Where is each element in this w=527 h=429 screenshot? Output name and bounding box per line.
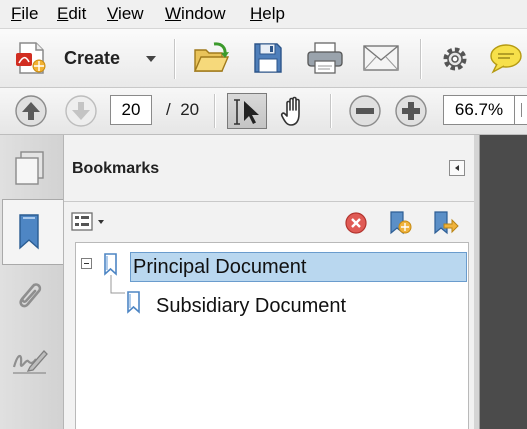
zoom-in-icon[interactable] xyxy=(394,94,428,128)
toolbar-divider xyxy=(330,94,331,128)
menu-edit[interactable]: Edit xyxy=(57,4,86,24)
delete-bookmark-icon[interactable] xyxy=(344,211,368,235)
select-tool-button[interactable] xyxy=(227,93,267,129)
open-folder-icon[interactable] xyxy=(192,40,232,76)
bookmark-item-subsidiary[interactable]: Subsidiary Document xyxy=(76,287,468,321)
main-toolbar: Create xyxy=(0,29,527,88)
toolbar-divider xyxy=(420,39,421,79)
print-icon[interactable] xyxy=(306,41,344,75)
bookmarks-panel: Bookmarks Principal Document Subsidiary … xyxy=(64,135,474,429)
bookmark-item-principal[interactable]: Principal Document xyxy=(76,243,468,287)
menu-bar: File Edit View Window Help xyxy=(0,0,527,29)
zoom-out-icon[interactable] xyxy=(348,94,382,128)
comment-icon[interactable] xyxy=(488,43,524,75)
panel-divider xyxy=(64,201,474,202)
collapse-node-icon[interactable] xyxy=(81,258,92,269)
previous-page-icon[interactable] xyxy=(14,94,48,128)
bookmarks-tree: Principal Document Subsidiary Document xyxy=(75,242,469,429)
signatures-icon[interactable] xyxy=(10,343,50,377)
collapse-panel-button[interactable] xyxy=(449,160,465,176)
document-view[interactable] xyxy=(474,135,527,429)
attachments-icon[interactable] xyxy=(12,277,48,315)
zoom-level-input[interactable] xyxy=(443,95,515,125)
create-pdf-icon xyxy=(16,42,46,74)
menu-help[interactable]: Help xyxy=(250,4,285,24)
bookmark-icon xyxy=(127,291,140,314)
page-count: / 20 xyxy=(166,100,200,119)
navigation-pane-strip xyxy=(0,135,64,429)
zoom-dropdown[interactable] xyxy=(515,95,527,125)
chevron-down-icon[interactable] xyxy=(146,56,156,62)
page-number-input[interactable] xyxy=(110,95,152,125)
panel-title: Bookmarks xyxy=(72,160,160,177)
create-label: Create xyxy=(64,48,121,68)
expand-bookmark-icon[interactable] xyxy=(430,209,460,237)
toolbar-divider xyxy=(214,94,215,128)
navigation-toolbar: / 20 xyxy=(0,88,527,135)
new-bookmark-icon[interactable] xyxy=(386,209,414,237)
select-tool-icon xyxy=(234,99,259,125)
bookmarks-tab[interactable] xyxy=(2,199,63,265)
bookmark-label: Subsidiary Document xyxy=(156,295,347,317)
menu-view[interactable]: View xyxy=(107,4,144,24)
page-thumbnails-icon[interactable] xyxy=(12,149,48,187)
gear-icon[interactable] xyxy=(440,44,470,74)
menu-window[interactable]: Window xyxy=(165,4,225,24)
save-icon[interactable] xyxy=(252,41,284,75)
next-page-icon[interactable] xyxy=(64,94,98,128)
bookmark-ribbon-icon xyxy=(19,214,39,250)
pane-splitter[interactable] xyxy=(474,135,480,429)
email-icon[interactable] xyxy=(362,43,400,73)
hand-tool-icon[interactable] xyxy=(277,94,311,128)
bookmark-label: Principal Document xyxy=(133,256,307,278)
bookmark-icon xyxy=(104,253,117,276)
toolbar-divider xyxy=(174,39,175,79)
menu-file[interactable]: File xyxy=(11,4,38,24)
create-button[interactable]: Create xyxy=(14,39,156,77)
options-menu-icon[interactable] xyxy=(70,211,112,233)
